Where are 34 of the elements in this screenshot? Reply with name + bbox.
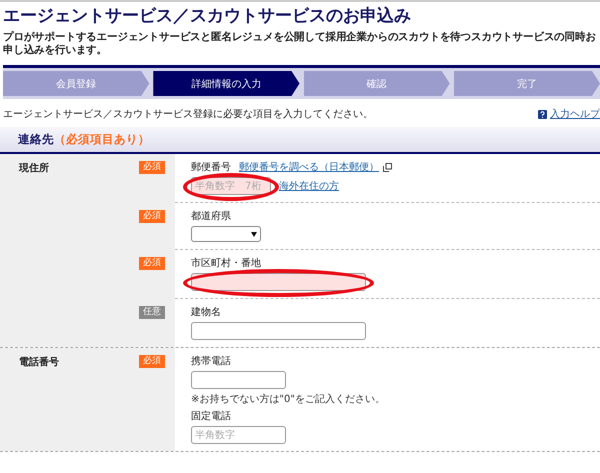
field-label: 都道府県: [191, 210, 231, 223]
help-icon: [538, 110, 547, 118]
field-label: 固定電話: [191, 410, 231, 423]
text-input[interactable]: [191, 322, 366, 340]
field-label: 郵便番号: [191, 160, 231, 174]
step: 詳細情報の入力: [153, 71, 300, 96]
caret-icon: [251, 232, 257, 236]
requirement-badge: 必須: [139, 355, 165, 368]
page-title: エージェントサービス／スカウトサービスのお申込み: [3, 5, 412, 27]
step: 確認: [304, 71, 450, 96]
help-link[interactable]: 入力ヘルプ: [538, 107, 600, 121]
text-input[interactable]: [191, 371, 286, 389]
requirement-badge: 必須: [139, 257, 165, 270]
group-label: 電話番号: [19, 356, 59, 369]
requirement-badge: 任意: [139, 306, 165, 319]
field-label: 建物名: [191, 306, 221, 319]
page-description: プロがサポートするエージェントサービスと匿名レジュメを公開して採用企業からのスカウトを待つスカウトサービスの同時お申し込みを行います。: [3, 31, 597, 57]
intro-text: エージェントサービス／スカウトサービス登録に必要な項目を入力してください。: [3, 108, 373, 121]
step: 会員登録: [3, 71, 150, 96]
text-input[interactable]: 半角数字: [191, 426, 286, 444]
requirement-badge: 必須: [139, 210, 165, 223]
text-input[interactable]: [191, 273, 366, 291]
link[interactable]: 郵便番号を調べる（日本郵便）: [239, 160, 379, 174]
group-label: 現住所: [19, 162, 49, 175]
requirement-badge: 必須: [139, 161, 165, 174]
field-note: ※お持ちでない方は"0"をご記入ください。: [191, 392, 385, 406]
section-note: （必須項目あり）: [54, 132, 150, 147]
field-label: 市区町村・番地: [191, 256, 261, 270]
field-label: 携帯電話: [191, 354, 231, 368]
text-input[interactable]: 半角数字 7桁: [191, 177, 271, 195]
dropdown[interactable]: [191, 226, 261, 242]
step: 完了: [454, 71, 600, 96]
section-title: 連絡先: [18, 132, 54, 147]
link[interactable]: 海外在住の方: [279, 179, 339, 193]
